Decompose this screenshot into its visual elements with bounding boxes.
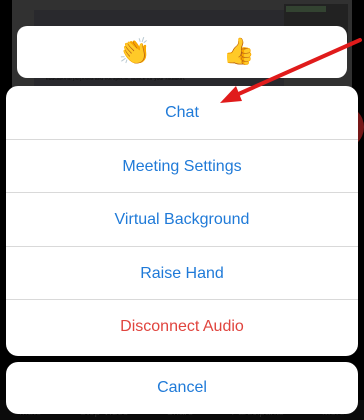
more-options-sheet: Chat Meeting Settings Virtual Background… bbox=[6, 86, 358, 356]
thumbs-up-icon[interactable]: 👍 bbox=[221, 34, 257, 70]
menu-item-virtual-background[interactable]: Virtual Background bbox=[6, 193, 358, 247]
menu-item-meeting-settings[interactable]: Meeting Settings bbox=[6, 140, 358, 194]
cancel-button[interactable]: Cancel bbox=[6, 362, 358, 414]
clapping-hands-icon[interactable]: 👏 bbox=[117, 34, 153, 70]
menu-item-chat[interactable]: Chat bbox=[6, 86, 358, 140]
menu-item-disconnect-audio[interactable]: Disconnect Audio bbox=[6, 300, 358, 354]
menu-item-raise-hand[interactable]: Raise Hand bbox=[6, 247, 358, 301]
reaction-bar: 👏 👍 bbox=[17, 26, 347, 78]
